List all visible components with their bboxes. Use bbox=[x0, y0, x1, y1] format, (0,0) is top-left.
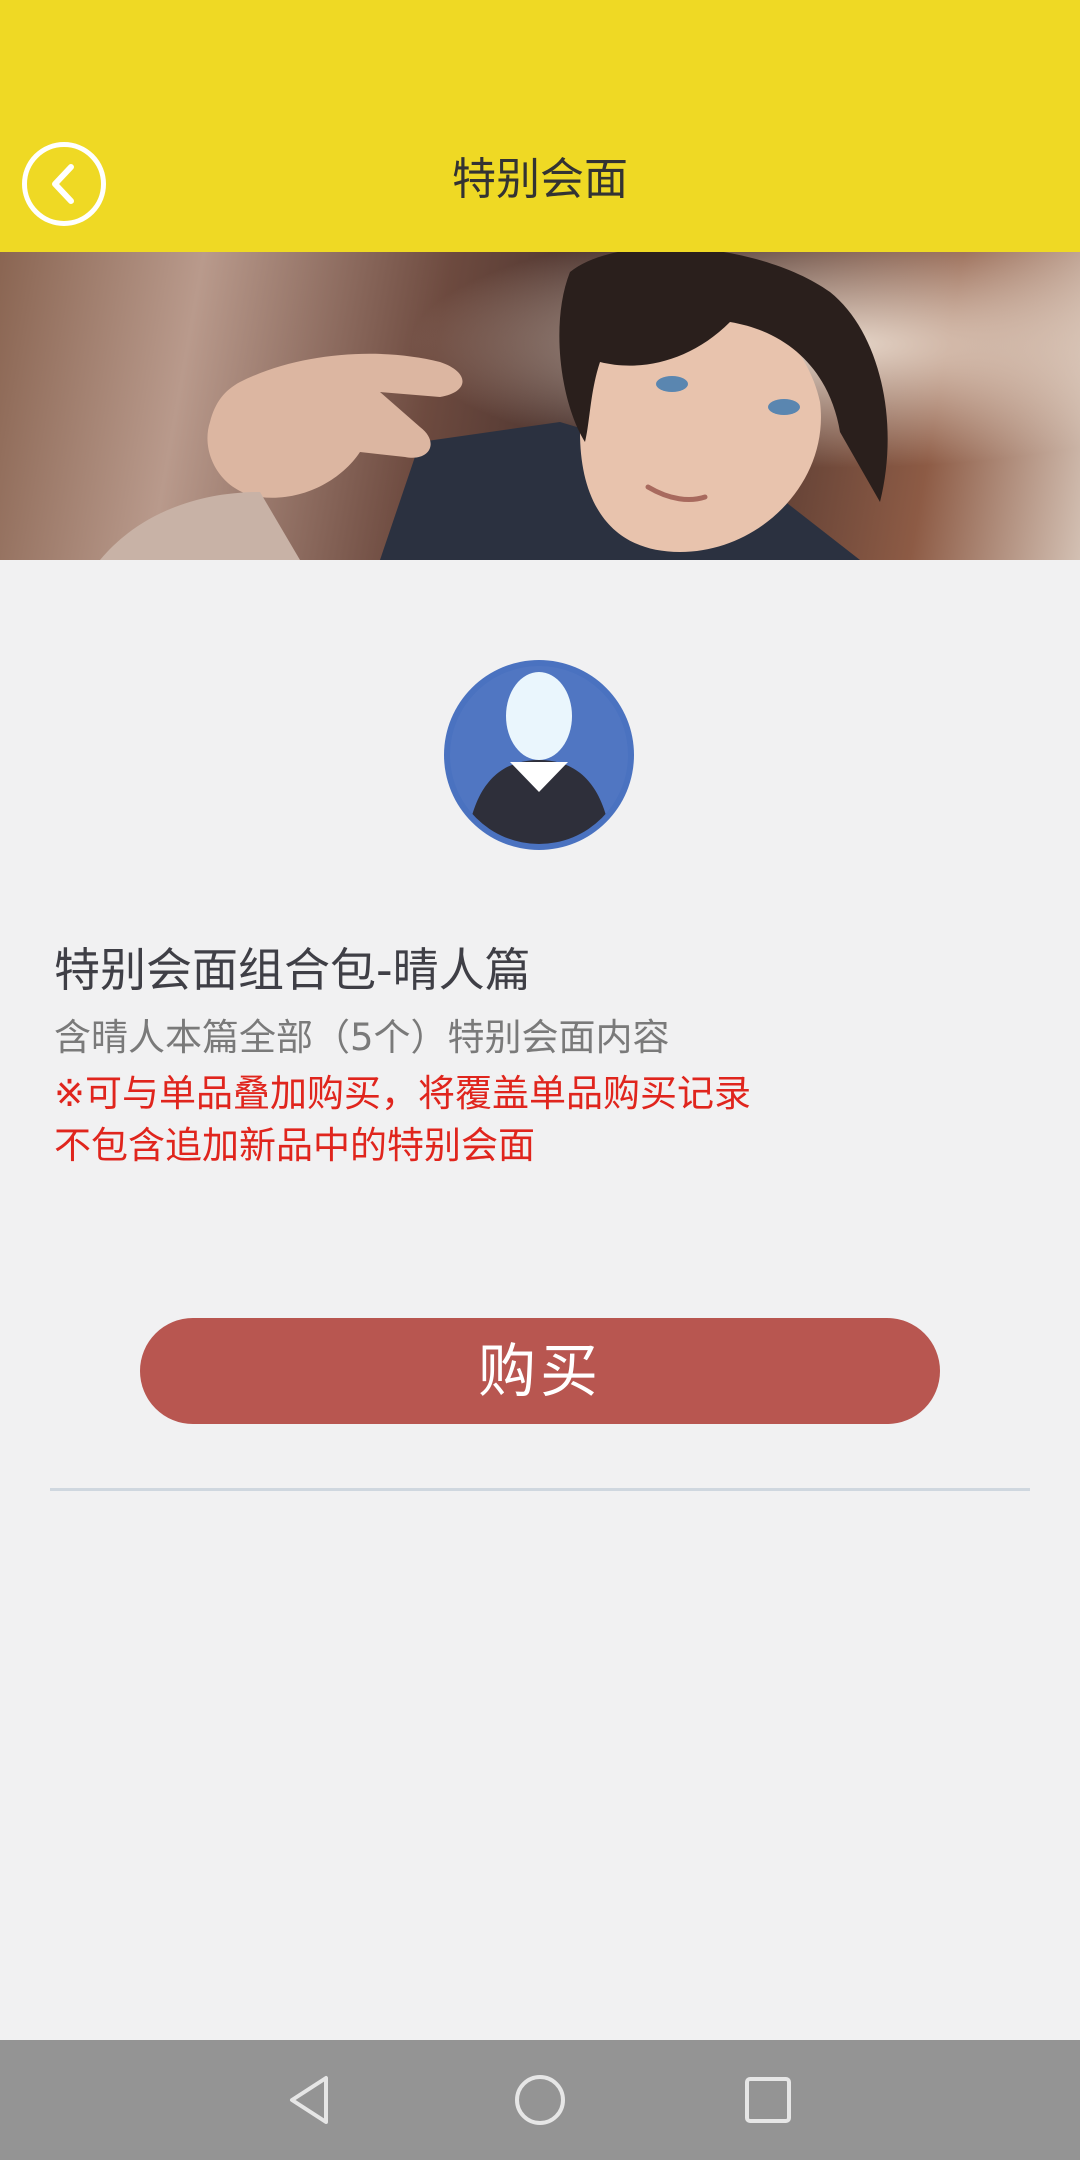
nav-back-icon[interactable] bbox=[280, 2070, 340, 2130]
page-title: 特别会面 bbox=[452, 154, 628, 205]
character-banner-image bbox=[0, 252, 1080, 560]
exclusion-notice: 不包含追加新品中的特别会面 bbox=[54, 1124, 535, 1167]
header-bar: 特别会面 bbox=[0, 110, 1080, 252]
purchase-notice: ※可与单品叠加购买，将覆盖单品购买记录 bbox=[54, 1072, 752, 1115]
product-title: 特别会面组合包-晴人篇 bbox=[54, 943, 531, 997]
buy-button[interactable]: 购买 bbox=[140, 1318, 940, 1424]
system-navigation-bar bbox=[0, 2040, 1080, 2160]
avatar-icon bbox=[444, 660, 634, 850]
status-bar-area bbox=[0, 0, 1080, 110]
product-description: 含晴人本篇全部（5个）特别会面内容 bbox=[54, 1016, 670, 1059]
divider bbox=[50, 1488, 1030, 1491]
nav-recent-apps-icon[interactable] bbox=[738, 2070, 798, 2130]
nav-home-icon[interactable] bbox=[510, 2070, 570, 2130]
